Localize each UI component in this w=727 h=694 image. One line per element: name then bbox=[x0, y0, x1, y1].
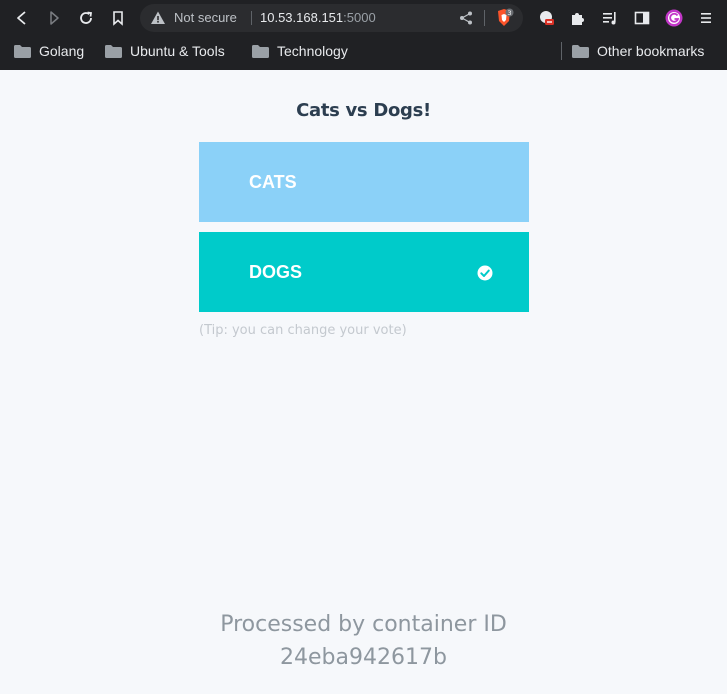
browser-chrome: Not secure 10.53.168.151:5000 3 Golang U… bbox=[0, 0, 727, 70]
bookmark-label: Golang bbox=[39, 43, 85, 59]
folder-icon bbox=[14, 44, 31, 58]
url-host: 10.53.168.151 bbox=[260, 10, 344, 25]
bookmark-folder-technology[interactable]: Technology bbox=[252, 41, 348, 61]
bookmark-icon bbox=[113, 11, 123, 26]
forward-button[interactable] bbox=[42, 6, 66, 30]
playlist-music-icon bbox=[603, 12, 616, 25]
back-button[interactable] bbox=[10, 6, 34, 30]
hamburger-menu-icon bbox=[701, 13, 711, 23]
reload-button[interactable] bbox=[74, 6, 98, 30]
vote-option-label: DOGS bbox=[249, 262, 303, 282]
blocker-extension-icon bbox=[540, 11, 554, 25]
bookmark-page-button[interactable] bbox=[106, 6, 130, 30]
back-arrow-icon bbox=[17, 11, 26, 25]
vote-cats-button[interactable]: CATS bbox=[199, 142, 529, 222]
share-icon[interactable] bbox=[458, 10, 474, 26]
address-bar[interactable]: Not secure 10.53.168.151:5000 3 bbox=[140, 4, 523, 32]
security-label[interactable]: Not secure bbox=[174, 10, 237, 26]
other-bookmarks-label: Other bookmarks bbox=[597, 43, 705, 59]
bookmarks-bar: Golang Ubuntu & Tools Technology Other b… bbox=[0, 36, 727, 66]
vote-dogs-button[interactable]: DOGS bbox=[199, 232, 529, 312]
omnibox-divider bbox=[484, 10, 485, 26]
forward-arrow-icon bbox=[50, 11, 59, 25]
folder-icon bbox=[105, 44, 122, 58]
extension-blocker-button[interactable] bbox=[535, 6, 559, 30]
browser-menu-button[interactable] bbox=[694, 6, 718, 30]
folder-icon bbox=[572, 44, 589, 58]
voting-page: Cats vs Dogs! CATS DOGS (Tip: you can ch… bbox=[0, 70, 727, 694]
bookmarks-divider bbox=[561, 42, 562, 60]
reload-icon bbox=[80, 11, 93, 24]
side-panel-icon bbox=[634, 11, 650, 25]
brave-shields-icon[interactable]: 3 bbox=[494, 8, 514, 28]
browser-toolbar: Not secure 10.53.168.151:5000 3 bbox=[0, 0, 727, 36]
check-circle-icon bbox=[477, 265, 493, 281]
footer-label: Processed by container ID bbox=[220, 612, 507, 637]
vote-option-label: CATS bbox=[249, 172, 297, 192]
bookmark-label: Ubuntu & Tools bbox=[130, 43, 225, 59]
page-title: Cats vs Dogs! bbox=[296, 100, 431, 121]
tip-text: (Tip: you can change your vote) bbox=[199, 323, 407, 338]
container-id-footer: Processed by container ID 24eba942617b bbox=[0, 608, 727, 674]
bookmark-folder-golang[interactable]: Golang bbox=[14, 41, 84, 61]
folder-icon bbox=[252, 44, 269, 58]
profile-avatar-icon bbox=[665, 9, 683, 27]
puzzle-icon bbox=[572, 13, 584, 25]
other-bookmarks-folder[interactable]: Other bookmarks bbox=[572, 41, 704, 61]
media-button[interactable] bbox=[598, 6, 622, 30]
side-panel-button[interactable] bbox=[630, 6, 654, 30]
container-id: 24eba942617b bbox=[280, 645, 447, 670]
warning-icon[interactable] bbox=[150, 10, 166, 26]
bookmark-label: Technology bbox=[277, 43, 348, 59]
extensions-button[interactable] bbox=[566, 6, 590, 30]
brave-badge-count: 3 bbox=[507, 9, 511, 17]
url-text[interactable]: 10.53.168.151:5000 bbox=[260, 10, 376, 26]
omnibox-separator bbox=[251, 11, 252, 25]
bookmark-folder-ubuntu-tools[interactable]: Ubuntu & Tools bbox=[105, 41, 225, 61]
url-port: :5000 bbox=[343, 10, 376, 25]
profile-button[interactable] bbox=[662, 6, 686, 30]
